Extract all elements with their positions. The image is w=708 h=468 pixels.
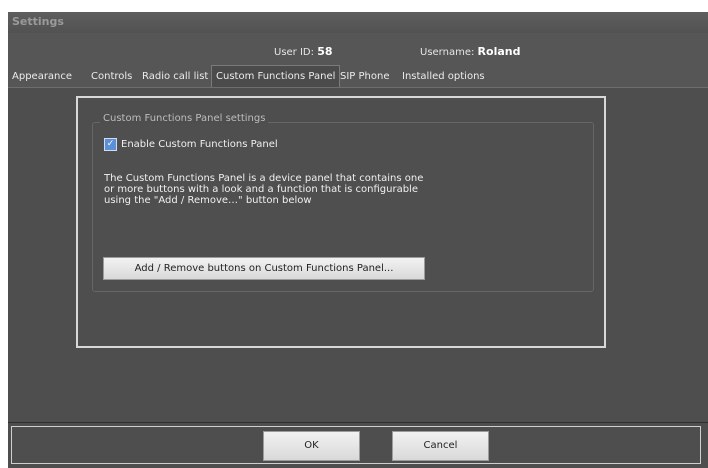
add-remove-buttons-button[interactable]: Add / Remove buttons on Custom Functions… [103,257,425,280]
tab-sip-phone[interactable]: SIP Phone [340,67,389,87]
title-bar[interactable]: Settings [8,12,708,33]
tab-radio-call-list[interactable]: Radio call list [142,67,208,87]
username-label: Username: [420,47,475,58]
username-value: Roland [477,45,521,58]
enable-custom-functions-row[interactable]: ✓ Enable Custom Functions Panel [104,137,278,151]
settings-window: Settings User ID: 58 Username: Roland Ap… [8,12,708,468]
tab-custom-functions-panel[interactable]: Custom Functions Panel [211,65,341,87]
groupbox-title: Custom Functions Panel settings [100,113,269,124]
footer-frame: OK Cancel [11,426,701,464]
window-title: Settings [12,15,64,28]
user-id-display: User ID: 58 [274,45,333,58]
username-display: Username: Roland [420,45,520,58]
enable-custom-functions-checkbox[interactable]: ✓ [104,137,117,151]
cancel-button[interactable]: Cancel [392,431,489,461]
checkmark-icon: ✓ [106,138,115,149]
tab-controls[interactable]: Controls [91,67,132,87]
user-id-label: User ID: [274,47,314,58]
panel-description: The Custom Functions Panel is a device p… [104,173,424,206]
tab-installed-options[interactable]: Installed options [402,67,485,87]
settings-tabs: Appearance Controls Radio call list Cust… [8,65,708,87]
user-id-value: 58 [317,45,333,58]
ok-button[interactable]: OK [263,431,360,461]
enable-custom-functions-label[interactable]: Enable Custom Functions Panel [121,139,278,150]
tab-appearance[interactable]: Appearance [12,67,72,87]
dialog-footer: OK Cancel [8,422,708,468]
